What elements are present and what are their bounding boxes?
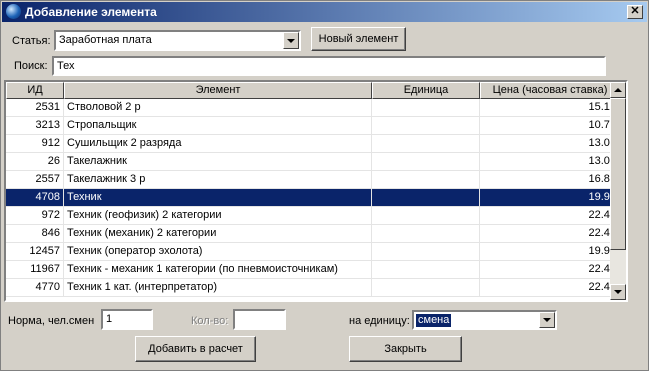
cell-unit xyxy=(372,261,480,279)
cell-id: 972 xyxy=(6,207,64,225)
cell-element: Сушильщик 2 разряда xyxy=(64,135,372,153)
cell-price: 13.03 xyxy=(480,135,620,153)
cell-id: 3213 xyxy=(6,117,64,135)
column-header-id[interactable]: ИД xyxy=(6,82,64,99)
cell-element: Техник (оператор эхолота) xyxy=(64,243,372,261)
add-to-calculation-button[interactable]: Добавить в расчет xyxy=(135,336,256,362)
search-label: Поиск: xyxy=(14,60,48,72)
cell-price: 19.98 xyxy=(480,243,620,261)
table-row[interactable]: 912 Сушильщик 2 разряда 13.03 xyxy=(6,135,620,153)
cell-price: 15.12 xyxy=(480,99,620,117)
table-row[interactable]: 846 Техник (механик) 2 категории 22.46 xyxy=(6,225,620,243)
cell-element: Техник xyxy=(64,189,372,207)
table-row[interactable]: 4770 Техник 1 кат. (интерпретатор) 22.46 xyxy=(6,279,620,297)
search-value: Тех xyxy=(57,60,75,72)
cell-id: 12457 xyxy=(6,243,64,261)
table-header: ИД Элемент Единица Цена (часовая ставка) xyxy=(6,82,620,99)
cell-element: Стволовой 2 р xyxy=(64,99,372,117)
per-unit-select[interactable]: смена xyxy=(412,310,557,330)
chevron-down-icon[interactable] xyxy=(283,32,299,49)
cell-unit xyxy=(372,189,480,207)
cell-element: Такелажник xyxy=(64,153,372,171)
column-header-unit[interactable]: Единица xyxy=(372,82,480,99)
article-value: Заработная плата xyxy=(59,34,152,46)
cell-price: 16.83 xyxy=(480,171,620,189)
cell-id: 26 xyxy=(6,153,64,171)
column-header-price[interactable]: Цена (часовая ставка) xyxy=(480,82,620,99)
new-element-button[interactable]: Новый элемент xyxy=(311,27,406,51)
cell-unit xyxy=(372,117,480,135)
cell-id: 11967 xyxy=(6,261,64,279)
cell-unit xyxy=(372,153,480,171)
cell-price: 19.98 xyxy=(480,189,620,207)
cell-price: 10.73 xyxy=(480,117,620,135)
cell-price: 22.46 xyxy=(480,225,620,243)
scroll-up-button[interactable] xyxy=(610,82,626,98)
cell-id: 4770 xyxy=(6,279,64,297)
cell-unit xyxy=(372,243,480,261)
cell-price: 22.46 xyxy=(480,279,620,297)
column-header-element[interactable]: Элемент xyxy=(64,82,372,99)
qty-input[interactable] xyxy=(233,309,286,330)
table-row[interactable]: 12457 Техник (оператор эхолота) 19.98 xyxy=(6,243,620,261)
cell-id: 2531 xyxy=(6,99,64,117)
per-unit-value: смена xyxy=(416,314,452,327)
table-row[interactable]: 4708 Техник 19.98 xyxy=(6,189,620,207)
elements-table[interactable]: ИД Элемент Единица Цена (часовая ставка)… xyxy=(4,80,628,302)
window-title: Добавление элемента xyxy=(25,5,157,19)
table-row[interactable]: 2531 Стволовой 2 р 15.12 xyxy=(6,99,620,117)
cell-id: 4708 xyxy=(6,189,64,207)
article-select[interactable]: Заработная плата xyxy=(54,30,301,51)
cell-unit xyxy=(372,99,480,117)
cell-unit xyxy=(372,135,480,153)
search-input[interactable]: Тех xyxy=(52,56,606,76)
dialog-window: Добавление элемента ✕ Статья: Заработная… xyxy=(0,0,649,371)
cell-id: 2557 xyxy=(6,171,64,189)
table-row[interactable]: 2557 Такелажник 3 р 16.83 xyxy=(6,171,620,189)
arrow-up-icon xyxy=(614,88,622,92)
cell-element: Техник - механик 1 категории (по пневмои… xyxy=(64,261,372,279)
globe-icon xyxy=(6,4,21,19)
cell-unit xyxy=(372,171,480,189)
table-row[interactable]: 11967 Техник - механик 1 категории (по пн… xyxy=(6,261,620,279)
cell-unit xyxy=(372,279,480,297)
cell-price: 22.46 xyxy=(480,207,620,225)
close-button[interactable]: Закрыть xyxy=(349,336,462,362)
per-unit-label: на единицу: xyxy=(349,315,410,327)
qty-label: Кол-во: xyxy=(191,315,229,327)
norm-label: Норма, чел.смен xyxy=(8,315,95,327)
table-body: 2531 Стволовой 2 р 15.12 3213 Стропальщик 10.… xyxy=(6,99,620,297)
title-bar[interactable]: Добавление элемента ✕ xyxy=(2,2,647,22)
close-window-button[interactable]: ✕ xyxy=(627,5,643,19)
cell-id: 846 xyxy=(6,225,64,243)
table-row[interactable]: 972 Техник (геофизик) 2 категории 22.46 xyxy=(6,207,620,225)
cell-unit xyxy=(372,225,480,243)
scroll-thumb[interactable] xyxy=(610,98,626,250)
cell-element: Техник (геофизик) 2 категории xyxy=(64,207,372,225)
cell-element: Стропальщик xyxy=(64,117,372,135)
table-row[interactable]: 3213 Стропальщик 10.73 xyxy=(6,117,620,135)
norm-value: 1 xyxy=(106,313,113,325)
scroll-down-button[interactable] xyxy=(610,284,626,300)
cell-element: Техник 1 кат. (интерпретатор) xyxy=(64,279,372,297)
table-row[interactable]: 26 Такелажник 13.03 xyxy=(6,153,620,171)
norm-input[interactable]: 1 xyxy=(101,309,153,330)
cell-price: 13.03 xyxy=(480,153,620,171)
vertical-scrollbar[interactable] xyxy=(610,82,626,300)
cell-price: 22.46 xyxy=(480,261,620,279)
cell-id: 912 xyxy=(6,135,64,153)
cell-element: Техник (механик) 2 категории xyxy=(64,225,372,243)
chevron-down-icon[interactable] xyxy=(539,312,555,328)
article-label: Статья: xyxy=(12,35,51,47)
cell-unit xyxy=(372,207,480,225)
arrow-down-icon xyxy=(614,290,622,294)
cell-element: Такелажник 3 р xyxy=(64,171,372,189)
